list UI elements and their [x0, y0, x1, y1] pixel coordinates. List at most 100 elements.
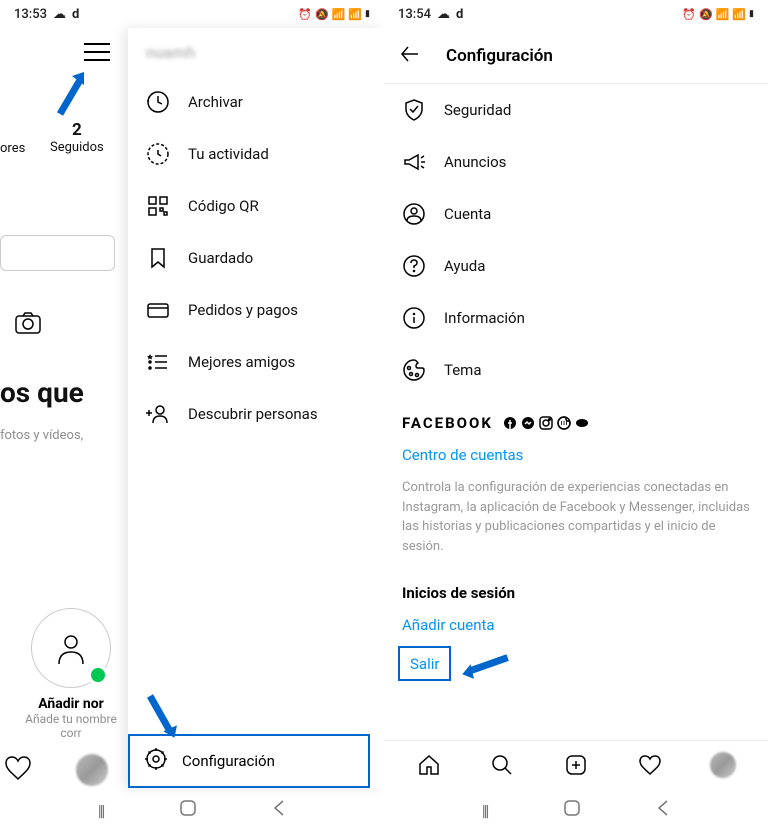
facebook-product-icons: [503, 416, 589, 430]
cloud-icon: ☁: [437, 7, 450, 22]
menu-item-label: Mejores amigos: [188, 353, 295, 371]
shield-icon: [402, 98, 426, 122]
android-nav: |||: [384, 788, 768, 832]
accounts-center-link[interactable]: Centro de cuentas: [384, 440, 768, 470]
hamburger-icon[interactable]: [84, 43, 110, 61]
settings-label: Configuración: [182, 752, 275, 770]
left-screen: 13:53 ☁ d ⏰🔕📶📶▮ ores 2 Seguidos os que f…: [0, 0, 384, 832]
status-time: 13:53: [14, 7, 47, 22]
ores-text: ores: [0, 141, 25, 156]
cfg-item-label: Anuncios: [444, 153, 506, 171]
cfg-item-info[interactable]: Información: [384, 292, 768, 344]
cfg-item-help[interactable]: Ayuda: [384, 240, 768, 292]
cfg-item-label: Ayuda: [444, 257, 485, 275]
followed-stat[interactable]: 2 Seguidos: [50, 120, 104, 155]
palette-icon: [402, 358, 426, 382]
facebook-row: FACEBOOK: [384, 396, 768, 440]
android-nav: |||: [0, 788, 384, 832]
menu-item-label: Pedidos y pagos: [188, 301, 298, 319]
nav-heart-icon[interactable]: [637, 752, 663, 778]
add-person-icon: [146, 402, 170, 426]
status-icons: ⏰🔕📶📶▮: [682, 8, 754, 21]
d-icon: d: [72, 7, 79, 22]
activity-icon: [146, 142, 170, 166]
menu-item-close-friends[interactable]: Mejores amigos: [128, 336, 384, 388]
stat-number: 2: [50, 120, 104, 140]
nav-home-icon[interactable]: [416, 752, 442, 778]
bookmark-icon: [146, 246, 170, 270]
recents-icon[interactable]: |||: [482, 801, 488, 820]
nav-avatar[interactable]: [710, 752, 736, 778]
menu-item-orders[interactable]: Pedidos y pagos: [128, 284, 384, 336]
camera-icon[interactable]: [14, 311, 42, 339]
home-icon[interactable]: [179, 799, 197, 821]
menu-item-label: Código QR: [188, 197, 259, 215]
back-arrow-icon[interactable]: [398, 42, 422, 70]
cloud-icon: ☁: [53, 7, 66, 22]
edit-profile-button[interactable]: [0, 235, 115, 271]
cfg-item-ads[interactable]: Anuncios: [384, 136, 768, 188]
recents-icon[interactable]: |||: [98, 801, 104, 820]
list-star-icon: [146, 350, 170, 374]
right-screen: 13:54 ☁ d ⏰🔕📶📶▮ Configuración Seguridad …: [384, 0, 768, 832]
nav-search-icon[interactable]: [489, 752, 515, 778]
add-sub-label: Añade tu nombre corr: [14, 712, 128, 740]
add-person-card[interactable]: Añadir nor Añade tu nombre corr: [14, 608, 128, 740]
config-header: Configuración: [384, 28, 768, 84]
card-icon: [146, 298, 170, 322]
arrow-annotation-1: [54, 70, 88, 120]
heart-icon[interactable]: [4, 755, 32, 785]
gear-icon: [144, 747, 168, 775]
arrow-annotation-3: [458, 635, 516, 695]
cfg-item-label: Tema: [444, 361, 482, 379]
menu-item-discover[interactable]: Descubrir personas: [128, 388, 384, 440]
subtext: fotos y vídeos,: [0, 428, 83, 443]
qr-icon: [146, 194, 170, 218]
d-icon: d: [456, 7, 463, 22]
cfg-item-theme[interactable]: Tema: [384, 344, 768, 396]
fb-description: Controla la configuración de experiencia…: [384, 470, 768, 572]
cfg-item-label: Cuenta: [444, 205, 491, 223]
back-icon[interactable]: [272, 799, 286, 821]
plus-badge-icon: [88, 665, 108, 685]
menu-item-label: Descubrir personas: [188, 405, 318, 423]
add-account-link[interactable]: Añadir cuenta: [384, 610, 768, 640]
status-bar: 13:53 ☁ d ⏰🔕📶📶▮: [0, 0, 384, 28]
avatar[interactable]: [76, 754, 108, 786]
megaphone-icon: [402, 150, 426, 174]
status-icons: ⏰🔕📶📶▮: [298, 8, 370, 21]
logout-button[interactable]: Salir: [398, 646, 451, 681]
cfg-item-label: Seguridad: [444, 101, 511, 119]
profile-background: ores 2 Seguidos os que fotos y vídeos, A…: [0, 28, 128, 788]
cfg-item-security[interactable]: Seguridad: [384, 84, 768, 136]
menu-item-label: Guardado: [188, 249, 253, 267]
stat-label: Seguidos: [50, 140, 104, 155]
info-icon: [402, 306, 426, 330]
menu-item-activity[interactable]: Tu actividad: [128, 128, 384, 180]
archive-icon: [146, 90, 170, 114]
logins-section-title: Inicios de sesión: [384, 572, 768, 610]
cfg-item-label: Información: [444, 309, 525, 327]
menu-item-label: Tu actividad: [188, 145, 269, 163]
add-name-label: Añadir nor: [14, 696, 128, 712]
status-bar: 13:54 ☁ d ⏰🔕📶📶▮: [384, 0, 768, 28]
menu-item-saved[interactable]: Guardado: [128, 232, 384, 284]
page-title: Configuración: [446, 46, 553, 66]
nav-add-icon[interactable]: [563, 752, 589, 778]
home-icon[interactable]: [563, 799, 581, 821]
logout-label: Salir: [410, 655, 439, 673]
facebook-label: FACEBOOK: [402, 414, 493, 432]
bottom-nav: [384, 740, 768, 788]
menu-username[interactable]: nuamh: [128, 28, 384, 76]
menu-drawer: nuamh Archivar Tu actividad Código QR Gu…: [128, 28, 384, 788]
person-circle-icon: [31, 608, 111, 688]
heading-fragment: os que: [0, 376, 84, 409]
cfg-item-account[interactable]: Cuenta: [384, 188, 768, 240]
menu-item-qr[interactable]: Código QR: [128, 180, 384, 232]
menu-item-label: Archivar: [188, 93, 243, 111]
back-icon[interactable]: [656, 799, 670, 821]
help-icon: [402, 254, 426, 278]
status-time: 13:54: [398, 7, 431, 22]
menu-item-archive[interactable]: Archivar: [128, 76, 384, 128]
settings-button[interactable]: Configuración: [128, 734, 370, 788]
